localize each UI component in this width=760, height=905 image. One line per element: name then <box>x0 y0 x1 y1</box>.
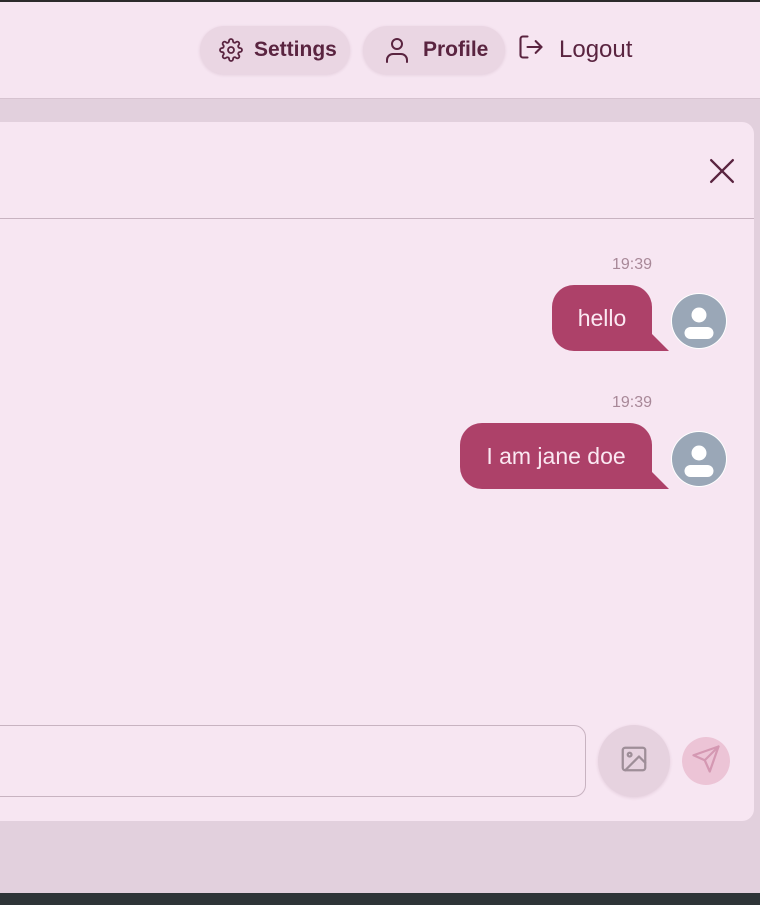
taskbar-strip <box>0 893 760 905</box>
send-button[interactable] <box>682 737 730 785</box>
image-icon <box>619 744 649 779</box>
message-timestamp: 19:39 <box>611 256 652 273</box>
gear-icon <box>219 38 243 62</box>
logout-icon <box>517 33 545 68</box>
profile-label: Profile <box>423 38 489 61</box>
message-timestamp: 19:39 <box>611 394 652 411</box>
message-input[interactable] <box>0 725 586 797</box>
send-icon <box>691 744 721 779</box>
top-navbar: Settings Profile Logout <box>0 2 760 99</box>
user-icon <box>385 36 409 64</box>
message-bubble-tail <box>652 334 669 351</box>
settings-button[interactable]: Settings <box>200 26 350 74</box>
message-bubble: I am jane doe <box>460 423 652 489</box>
attach-image-button[interactable] <box>598 725 670 797</box>
message-bubble: hello <box>552 285 652 351</box>
message-text: hello <box>577 304 627 331</box>
close-icon <box>709 158 735 189</box>
chat-panel: 19:39 hello 19:39 I am jane doe <box>0 122 754 821</box>
profile-button[interactable]: Profile <box>363 26 505 74</box>
avatar <box>671 293 727 349</box>
settings-label: Settings <box>254 38 337 61</box>
message-bubble-tail <box>652 472 669 489</box>
avatar <box>671 431 727 487</box>
logout-label: Logout <box>559 36 633 63</box>
chat-header <box>0 122 754 219</box>
message-text: I am jane doe <box>486 442 626 469</box>
close-chat-button[interactable] <box>707 158 737 188</box>
logout-button[interactable]: Logout <box>517 26 632 74</box>
